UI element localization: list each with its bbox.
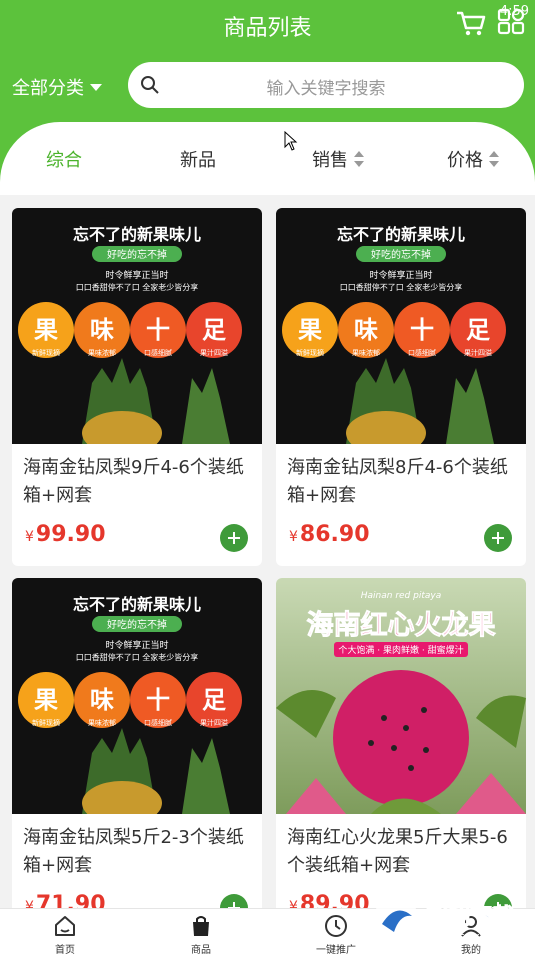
- svg-text:果汁四溢: 果汁四溢: [464, 348, 492, 357]
- svg-text:果汁四溢: 果汁四溢: [200, 718, 228, 727]
- svg-text:口口香甜停不了口 全家老少皆分享: 口口香甜停不了口 全家老少皆分享: [340, 282, 463, 292]
- category-label: 全部分类: [12, 78, 84, 99]
- tab-label: 销售: [312, 150, 348, 171]
- tab-new[interactable]: 新品: [180, 146, 216, 172]
- nav-promote[interactable]: 一键推广: [296, 913, 376, 956]
- svg-text:忘不了的新果味儿: 忘不了的新果味儿: [73, 225, 201, 244]
- svg-text:个大饱满 · 果肉鲜嫩 · 甜蜜爆汁: 个大饱满 · 果肉鲜嫩 · 甜蜜爆汁: [338, 644, 463, 656]
- tab-comprehensive[interactable]: 综合: [46, 146, 82, 172]
- svg-text:新鲜现摘: 新鲜现摘: [32, 718, 60, 727]
- svg-text:足: 足: [202, 316, 226, 344]
- search-input[interactable]: 输入关键字搜索: [128, 62, 524, 108]
- svg-text:果味浓郁: 果味浓郁: [88, 348, 116, 357]
- svg-text:足: 足: [202, 686, 226, 714]
- svg-text:忘不了的新果味儿: 忘不了的新果味儿: [73, 595, 201, 614]
- svg-text:WWW.FXXZ.COM: WWW.FXXZ.COM: [423, 932, 516, 945]
- tab-price[interactable]: 价格: [447, 146, 499, 172]
- sort-filter-bar: 综合 新品 销售 价格: [0, 122, 535, 195]
- bag-icon: [193, 916, 209, 936]
- add-to-cart-button[interactable]: [484, 524, 512, 552]
- product-card[interactable]: 忘不了的新果味儿 好吃的忘不掉 时令鲜享正当时 口口香甜停不了口 全家老少皆分享…: [276, 208, 526, 566]
- search-placeholder: 输入关键字搜索: [266, 79, 386, 99]
- svg-text:好吃的忘不掉: 好吃的忘不掉: [371, 248, 431, 261]
- tab-sales[interactable]: 销售: [312, 146, 364, 172]
- mouse-cursor-icon: [284, 131, 298, 151]
- clock-icon: [325, 915, 347, 937]
- sort-arrows-icon: [354, 151, 364, 167]
- product-card[interactable]: 忘不了的新果味儿 好吃的忘不掉 时令鲜享正当时 口口香甜停不了口 全家老少皆分享…: [12, 208, 262, 566]
- nav-home[interactable]: 首页: [25, 913, 105, 956]
- product-card[interactable]: 忘不了的新果味儿 好吃的忘不掉 时令鲜享正当时 口口香甜停不了口 全家老少皆分享…: [12, 578, 262, 936]
- svg-text:时令鲜享正当时: 时令鲜享正当时: [369, 269, 432, 281]
- product-image: 忘不了的新果味儿 好吃的忘不掉 时令鲜享正当时 口口香甜停不了口 全家老少皆分享…: [12, 578, 262, 814]
- svg-text:果味浓郁: 果味浓郁: [88, 718, 116, 727]
- home-icon: [55, 916, 75, 936]
- svg-text:口口香甜停不了口 全家老少皆分享: 口口香甜停不了口 全家老少皆分享: [76, 282, 199, 292]
- cart-icon[interactable]: [455, 8, 487, 38]
- nav-label: 商品: [191, 945, 211, 956]
- svg-text:足: 足: [466, 316, 490, 344]
- svg-text:果: 果: [34, 316, 58, 344]
- svg-text:口感细腻: 口感细腻: [144, 718, 172, 727]
- product-image: 忘不了的新果味儿 好吃的忘不掉 时令鲜享正当时 口口香甜停不了口 全家老少皆分享…: [276, 208, 526, 444]
- svg-text:果: 果: [34, 686, 58, 714]
- chevron-down-icon: [90, 83, 102, 91]
- svg-text:好吃的忘不掉: 好吃的忘不掉: [107, 248, 167, 261]
- product-image: Hainan red pitaya 海南红心火龙果 个大饱满 · 果肉鲜嫩 · …: [276, 578, 526, 814]
- svg-text:新鲜现摘: 新鲜现摘: [296, 348, 324, 357]
- svg-text:十: 十: [146, 686, 170, 714]
- product-price: ¥99.90: [25, 522, 106, 547]
- product-card[interactable]: Hainan red pitaya 海南红心火龙果 个大饱满 · 果肉鲜嫩 · …: [276, 578, 526, 936]
- nav-products[interactable]: 商品: [161, 913, 241, 956]
- svg-text:味: 味: [90, 686, 114, 714]
- watermark-logo: 飞翔下载 WWW.FXXZ.COM: [372, 898, 517, 946]
- add-to-cart-button[interactable]: [220, 524, 248, 552]
- svg-text:味: 味: [354, 316, 378, 344]
- tab-label: 综合: [46, 150, 82, 171]
- svg-text:Hainan red pitaya: Hainan red pitaya: [361, 591, 441, 601]
- category-dropdown[interactable]: 全部分类: [12, 74, 102, 100]
- product-image: 忘不了的新果味儿 好吃的忘不掉 时令鲜享正当时 口口香甜停不了口 全家老少皆分享…: [12, 208, 262, 444]
- svg-text:时令鲜享正当时: 时令鲜享正当时: [105, 269, 168, 281]
- tab-label: 价格: [447, 150, 483, 171]
- svg-text:口感细腻: 口感细腻: [408, 348, 436, 357]
- svg-text:果: 果: [298, 316, 322, 344]
- nav-label: 首页: [55, 945, 75, 956]
- svg-text:海南红心火龙果: 海南红心火龙果: [307, 609, 496, 641]
- product-name: 海南金钻凤梨8斤4-6个装纸箱+网套: [287, 457, 508, 506]
- product-name: 海南金钻凤梨5斤2-3个装纸箱+网套: [23, 827, 244, 876]
- product-name: 海南金钻凤梨9斤4-6个装纸箱+网套: [23, 457, 244, 506]
- svg-text:时令鲜享正当时: 时令鲜享正当时: [105, 639, 168, 651]
- svg-text:好吃的忘不掉: 好吃的忘不掉: [107, 618, 167, 631]
- svg-text:口口香甜停不了口 全家老少皆分享: 口口香甜停不了口 全家老少皆分享: [76, 652, 199, 662]
- svg-text:十: 十: [146, 316, 170, 344]
- sort-arrows-icon: [489, 151, 499, 167]
- tab-label: 新品: [180, 150, 216, 171]
- product-price: ¥86.90: [289, 522, 370, 547]
- svg-text:味: 味: [90, 316, 114, 344]
- svg-text:十: 十: [410, 316, 434, 344]
- svg-text:果味浓郁: 果味浓郁: [352, 348, 380, 357]
- nav-label: 一键推广: [316, 945, 356, 956]
- svg-text:飞翔下载: 飞翔下载: [426, 904, 514, 930]
- svg-text:新鲜现摘: 新鲜现摘: [32, 348, 60, 357]
- category-grid-icon[interactable]: [496, 8, 526, 38]
- svg-text:口感细腻: 口感细腻: [144, 348, 172, 357]
- product-name: 海南红心火龙果5斤大果5-6个装纸箱+网套: [287, 827, 508, 876]
- svg-text:果汁四溢: 果汁四溢: [200, 348, 228, 357]
- svg-text:忘不了的新果味儿: 忘不了的新果味儿: [337, 225, 465, 244]
